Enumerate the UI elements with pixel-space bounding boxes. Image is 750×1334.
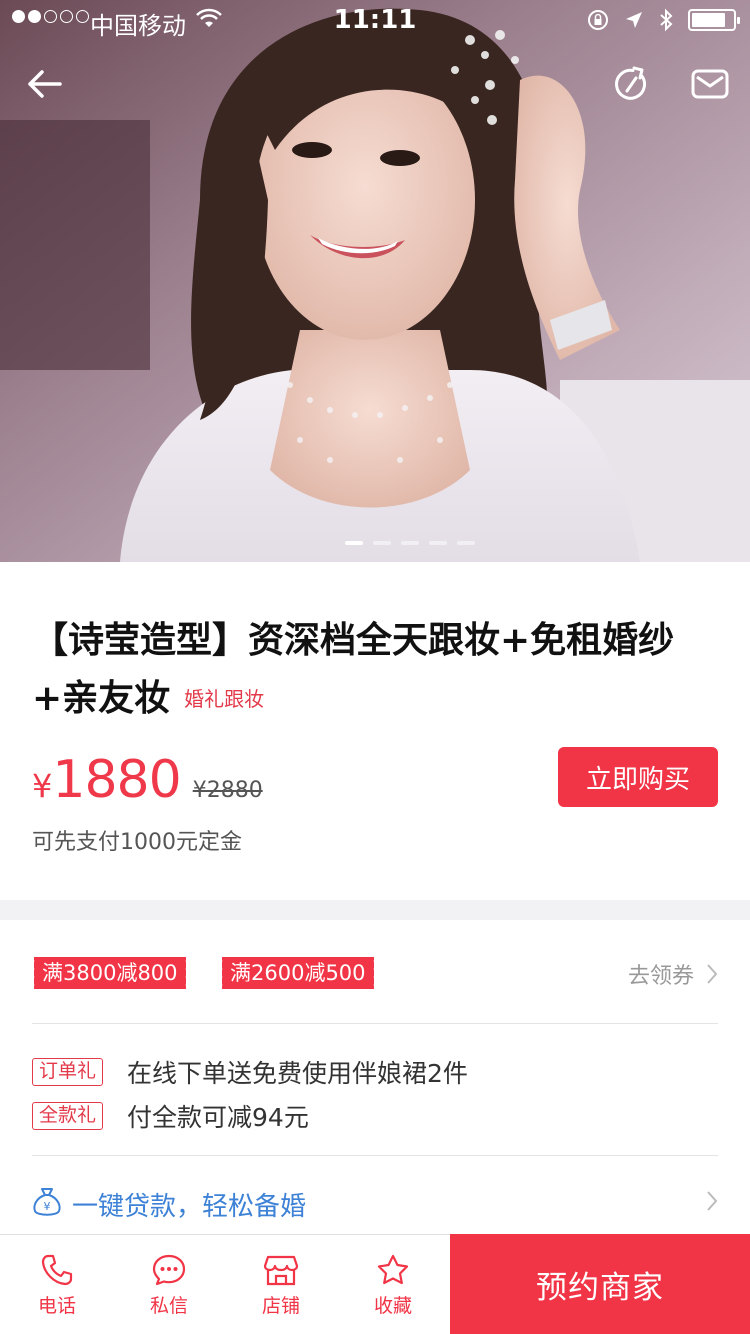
chevron-right-icon	[707, 1191, 718, 1211]
hero-carousel[interactable]: 中国移动 11:11	[0, 0, 750, 562]
price-original: ¥2880	[192, 778, 263, 803]
location-icon	[626, 12, 642, 28]
pager-dot[interactable]	[457, 541, 475, 545]
gift-text: 在线下单送免费使用伴娘裙2件	[127, 1059, 468, 1088]
store-icon	[263, 1255, 299, 1285]
pager-dot[interactable]	[429, 541, 447, 545]
get-coupon-link[interactable]: 去领券	[628, 958, 718, 990]
buy-now-button[interactable]: 立即购买	[558, 747, 718, 807]
tab-phone-label: 电话	[37, 1294, 76, 1317]
svg-text:¥: ¥	[44, 1200, 51, 1213]
tab-favorite[interactable]: 收藏	[353, 1235, 433, 1334]
get-coupon-label: 去领券	[627, 964, 694, 989]
star-icon	[377, 1254, 409, 1284]
carousel-pager	[0, 541, 750, 545]
tab-message[interactable]: 私信	[129, 1235, 209, 1334]
tab-shop-label: 店铺	[261, 1294, 300, 1317]
message-button[interactable]	[688, 62, 732, 106]
chat-bubble-icon	[152, 1254, 186, 1285]
bottom-action-bar: 电话 私信 店铺 收藏 预约商家	[0, 1234, 750, 1334]
loan-text: 一键贷款，轻松备婚	[72, 1192, 307, 1222]
coupon-badge[interactable]: 满2600减500	[219, 957, 377, 989]
tab-message-label: 私信	[149, 1294, 188, 1317]
gift-tag: 订单礼	[32, 1058, 104, 1086]
phone-icon	[41, 1254, 73, 1285]
section-divider	[0, 900, 750, 920]
reserve-merchant-button[interactable]: 预约商家	[450, 1234, 750, 1334]
gift-item: 全款礼 付全款可减94元	[32, 1098, 309, 1134]
loan-row[interactable]: ¥ 一键贷款，轻松备婚	[32, 1156, 718, 1236]
category-tag[interactable]: 婚礼跟妆	[184, 687, 264, 711]
price-currency: ¥	[32, 767, 53, 805]
price-current: 1880	[52, 750, 181, 810]
pager-dot[interactable]	[401, 541, 419, 545]
share-button[interactable]	[608, 62, 652, 106]
back-button[interactable]	[22, 62, 66, 106]
coupon-row[interactable]: 满3800减800 满2600减500 去领券	[31, 920, 718, 1024]
tab-phone[interactable]: 电话	[17, 1235, 97, 1334]
tab-shop[interactable]: 店铺	[241, 1235, 321, 1334]
battery-level	[692, 13, 725, 27]
product-info: 【诗莹造型】资深档全天跟妆+免租婚纱+亲友妆 婚礼跟妆 ¥ 1880 ¥2880 …	[0, 562, 750, 900]
tab-favorite-label: 收藏	[373, 1294, 412, 1317]
deposit-note: 可先支付1000元定金	[32, 830, 242, 855]
chevron-right-icon	[707, 964, 718, 984]
share-icon	[615, 66, 646, 100]
gift-item: 订单礼 在线下单送免费使用伴娘裙2件	[32, 1054, 468, 1090]
bluetooth-icon	[660, 8, 673, 32]
battery-icon	[688, 9, 740, 31]
envelope-icon	[691, 69, 729, 99]
gift-list: 订单礼 在线下单送免费使用伴娘裙2件 全款礼 付全款可减94元	[32, 1024, 718, 1156]
pager-dot[interactable]	[373, 541, 391, 545]
status-bar: 中国移动 11:11	[0, 0, 750, 40]
product-title: 【诗莹造型】资深档全天跟妆+免租婚纱+亲友妆	[32, 620, 675, 719]
orientation-lock-icon	[588, 10, 608, 30]
coupon-badge[interactable]: 满3800减800	[31, 957, 189, 989]
price-row: ¥ 1880 ¥2880	[32, 750, 263, 810]
gift-tag: 全款礼	[32, 1102, 104, 1130]
money-bag-icon: ¥	[33, 1188, 61, 1216]
product-title-block: 【诗莹造型】资深档全天跟妆+免租婚纱+亲友妆 婚礼跟妆	[32, 612, 722, 728]
pager-dot[interactable]	[345, 541, 363, 545]
back-arrow-icon	[28, 70, 62, 98]
gift-text: 付全款可减94元	[127, 1103, 309, 1132]
